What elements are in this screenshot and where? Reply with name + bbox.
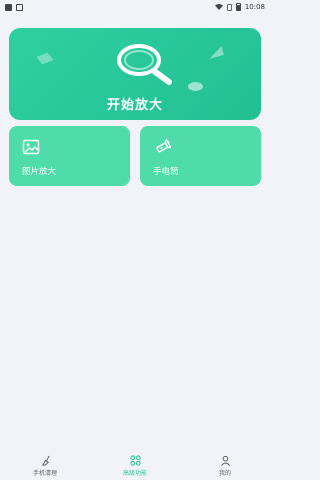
image-magnify-card[interactable]: 图片放大 [9, 126, 130, 186]
decoration-shape [36, 52, 54, 65]
nav-label-advanced: 高级功能 [122, 470, 147, 477]
notification-app-icon [16, 3, 23, 11]
status-right: 10:08 [214, 3, 265, 11]
nav-label-phone-clean: 手机清理 [32, 470, 57, 477]
decoration-ellipse [188, 82, 203, 91]
magnifier-icon [117, 44, 172, 85]
bottom-nav: 手机清理 高级功能 我的 [0, 450, 270, 480]
wifi-icon [214, 4, 223, 10]
nav-item-mine[interactable]: 我的 [185, 450, 265, 477]
status-left [5, 3, 23, 11]
status-bar: 10:08 [0, 0, 270, 14]
flashlight-card[interactable]: 手电筒 [140, 126, 261, 186]
notification-image-icon [5, 3, 12, 11]
decoration-triangle [207, 46, 224, 59]
hero-title: 开始放大 [106, 98, 163, 113]
nav-label-mine: 我的 [218, 470, 231, 477]
sim-icon [226, 3, 232, 11]
flashlight-label: 手电筒 [153, 167, 179, 177]
image-icon [22, 139, 40, 155]
flashlight-icon [156, 138, 171, 153]
grid-icon [129, 455, 141, 466]
user-icon [220, 455, 230, 466]
broom-icon [41, 455, 50, 466]
battery-icon [235, 3, 241, 11]
status-time: 10:08 [244, 3, 265, 11]
image-magnify-label: 图片放大 [22, 167, 57, 177]
nav-item-phone-clean[interactable]: 手机清理 [5, 450, 85, 477]
nav-item-advanced[interactable]: 高级功能 [95, 450, 175, 477]
start-magnify-card[interactable]: 开始放大 [9, 28, 261, 120]
